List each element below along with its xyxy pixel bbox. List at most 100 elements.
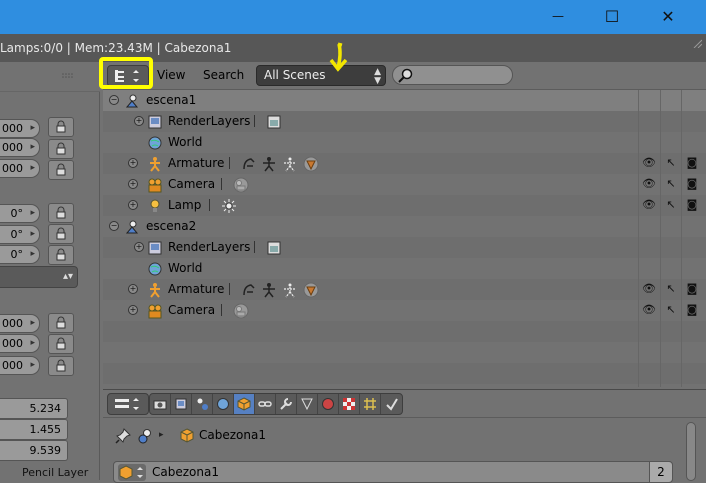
location-z-field[interactable]: 000 [0,159,40,178]
tab-material[interactable] [318,394,339,414]
world-icon [217,398,229,410]
search-menu[interactable]: Search [203,68,244,82]
tree-row-renderlayers[interactable]: + RenderLayers [103,111,706,132]
dimension-x-field[interactable]: 5.234 [0,398,68,419]
renderlayer-icon[interactable] [266,240,282,256]
lock-scale-x[interactable] [48,313,74,333]
bone-icon[interactable] [282,282,298,298]
tab-constraints[interactable] [255,394,276,414]
lock-scale-y[interactable] [48,334,74,354]
scene-icon [197,398,208,410]
camera-data-icon[interactable] [233,303,249,319]
render-camera-icon[interactable]: ◙ [685,198,699,212]
lamp-data-icon[interactable] [221,198,237,214]
tab-render[interactable] [150,394,171,414]
tab-scene[interactable] [192,394,213,414]
rotation-mode-select[interactable]: ▴▾ [0,266,78,288]
scale-z-field[interactable]: 000 [0,356,40,375]
scale-x-field[interactable]: 000 [0,314,40,333]
camera-data-icon[interactable] [233,177,249,193]
lock-location-x[interactable] [48,117,74,137]
properties-editor-type-button[interactable] [107,393,149,415]
tab-modifiers[interactable] [276,394,297,414]
visibility-eye-icon[interactable]: 👁 [642,303,656,317]
tree-row-camera[interactable]: + Camera 👁 ↖ ◙ [103,174,706,195]
lock-scale-z[interactable] [48,356,74,376]
maximize-button[interactable]: ☐ [592,3,632,29]
expand-icon[interactable]: + [128,284,138,294]
dimension-z-field[interactable]: 9.539 [0,440,68,461]
lock-location-z[interactable] [48,160,74,180]
renderlayer-icon[interactable] [266,114,282,130]
expand-icon[interactable]: + [134,242,144,252]
pin-icon[interactable] [115,428,131,444]
outliner-search-input[interactable] [392,65,513,85]
close-button[interactable]: ✕ [648,3,688,29]
visibility-eye-icon[interactable]: 👁 [642,177,656,191]
collapse-icon[interactable]: − [109,221,119,231]
tab-physics[interactable] [381,394,402,414]
tree-row-world[interactable]: World [103,258,706,279]
lock-rotation-y[interactable] [48,224,74,244]
lock-icon [56,316,66,329]
dimension-y-field[interactable]: 1.455 [0,419,68,440]
tree-row-camera[interactable]: + Camera 👁 ↖ ◙ [103,300,706,321]
tree-row-lamp[interactable]: + Lamp 👁 ↖ ◙ [103,195,706,216]
pose-icon[interactable] [261,282,277,298]
visibility-eye-icon[interactable]: 👁 [642,198,656,212]
rotation-x-field[interactable]: 0° [0,204,40,223]
tree-row-scene[interactable]: − escena1 [103,90,706,111]
tab-texture[interactable] [339,394,360,414]
render-camera-icon[interactable]: ◙ [685,177,699,191]
select-arrow-icon[interactable]: ↖ [664,303,678,317]
tab-render-layers[interactable] [171,394,192,414]
expand-icon[interactable]: + [128,305,138,315]
visibility-eye-icon[interactable]: 👁 [642,282,656,296]
modifier-icon[interactable] [241,156,257,172]
area-split-handle-icon[interactable] [692,38,702,48]
select-arrow-icon[interactable]: ↖ [664,156,678,170]
outliner-header: View Search All Scenes ▲ ▼ [99,42,706,90]
rotation-z-field[interactable]: 0° [0,245,40,264]
location-y-field[interactable]: 000 [0,138,40,157]
collapse-icon[interactable]: − [109,95,119,105]
render-camera-icon[interactable]: ◙ [685,303,699,317]
display-mode-select[interactable]: All Scenes ▲ ▼ [256,65,386,86]
select-arrow-icon[interactable]: ↖ [664,177,678,191]
outliner-tree: − escena1 + RenderLayers World + Armatur… [103,90,706,387]
tree-row-world[interactable]: World [103,132,706,153]
modifier-icon[interactable] [241,282,257,298]
armature-data-icon[interactable] [303,282,319,298]
lock-rotation-z[interactable] [48,245,74,265]
visibility-eye-icon[interactable]: 👁 [642,156,656,170]
bone-icon[interactable] [282,156,298,172]
lock-location-y[interactable] [48,139,74,159]
expand-icon[interactable]: + [128,158,138,168]
select-arrow-icon[interactable]: ↖ [664,282,678,296]
expand-icon[interactable]: + [128,200,138,210]
tree-row-renderlayers[interactable]: + RenderLayers [103,237,706,258]
pose-icon[interactable] [261,156,277,172]
rotation-y-field[interactable]: 0° [0,225,40,244]
tab-world[interactable] [213,394,234,414]
location-x-field[interactable]: 000 [0,119,40,138]
view-menu[interactable]: View [157,68,185,82]
expand-icon[interactable]: + [134,116,144,126]
tree-row-scene[interactable]: − escena2 [103,216,706,237]
tree-row-armature[interactable]: + Armature 👁 ↖ ◙ [103,279,706,300]
render-camera-icon[interactable]: ◙ [685,156,699,170]
render-camera-icon[interactable]: ◙ [685,282,699,296]
tab-object[interactable] [234,394,255,414]
panel-drag-icon[interactable] [62,73,74,79]
object-browse-icon[interactable] [118,464,146,481]
scale-y-field[interactable]: 000 [0,334,40,353]
lock-rotation-x[interactable] [48,203,74,223]
armature-data-icon[interactable] [303,156,319,172]
tab-particles[interactable] [360,394,381,414]
expand-icon[interactable]: + [128,179,138,189]
select-arrow-icon[interactable]: ↖ [664,198,678,212]
minimize-button[interactable]: — [538,3,578,29]
tab-data[interactable] [297,394,318,414]
scrollbar[interactable] [686,422,696,481]
tree-row-armature[interactable]: + Armature 👁 ↖ ◙ [103,153,706,174]
